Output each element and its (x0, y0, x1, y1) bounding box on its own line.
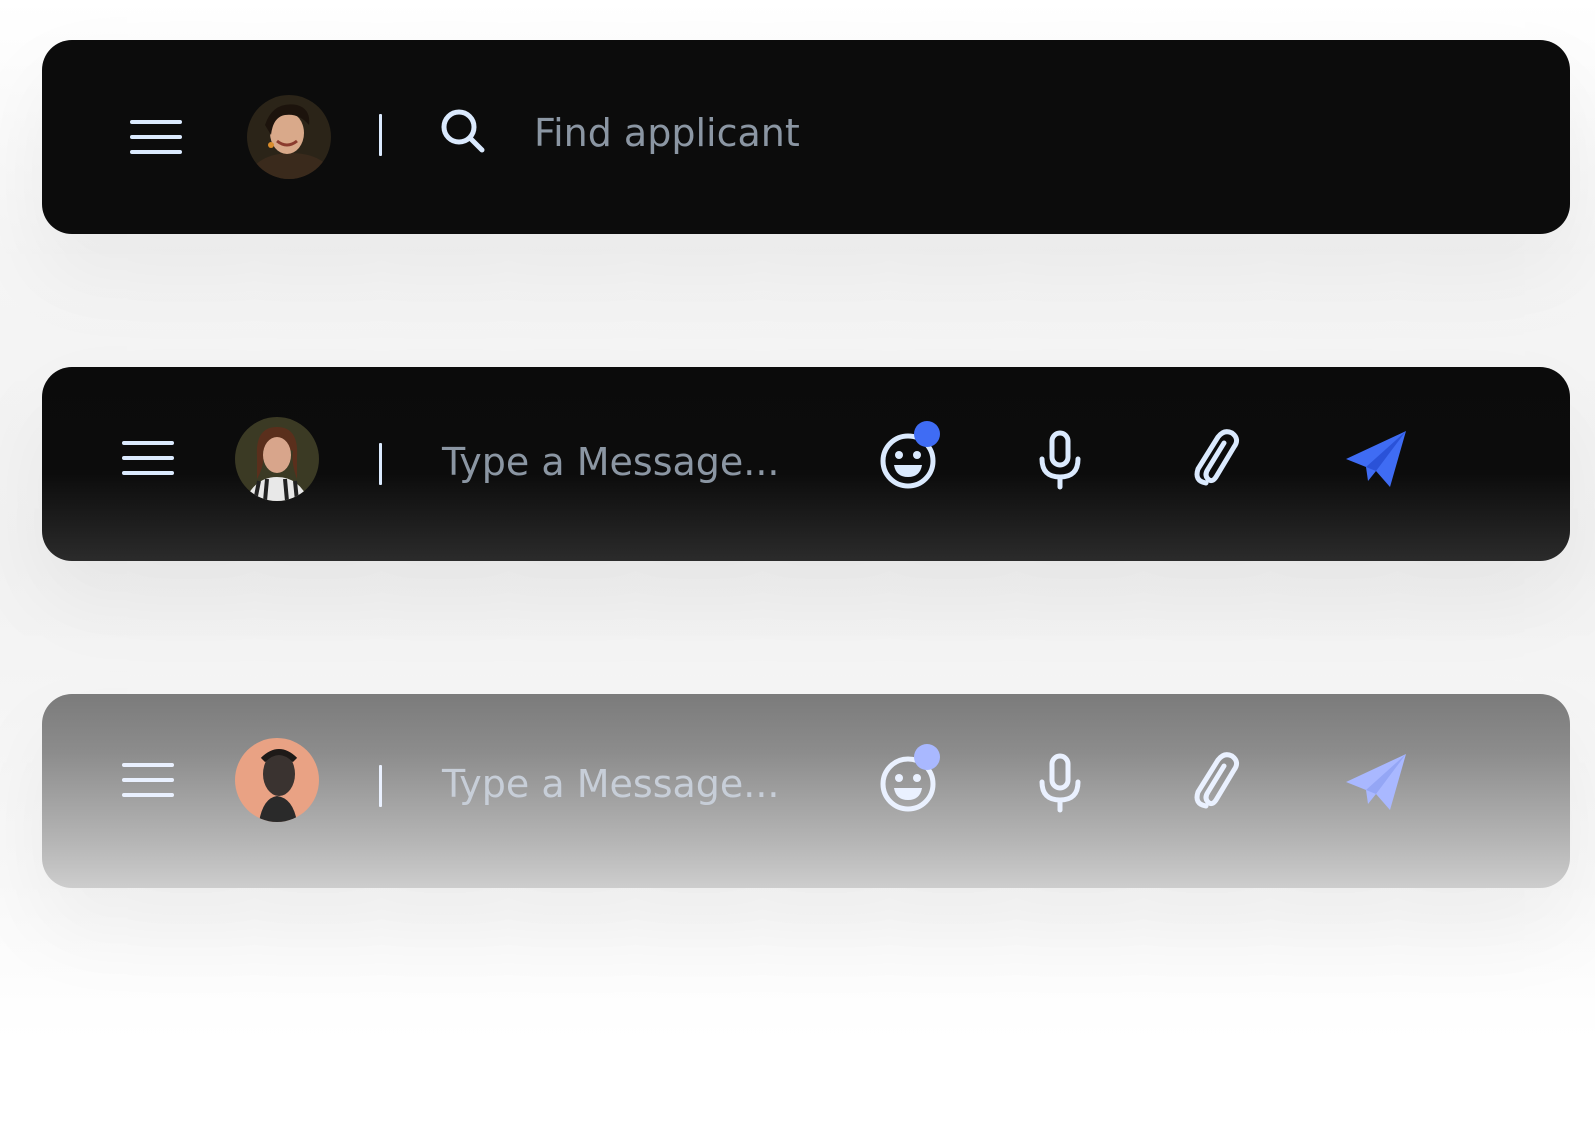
message-input[interactable]: Type a Message... (442, 443, 780, 481)
avatar[interactable] (235, 738, 319, 822)
paper-plane-send-icon[interactable] (1344, 427, 1408, 491)
hamburger-menu-icon[interactable] (122, 763, 174, 799)
paperclip-icon[interactable] (1184, 427, 1248, 491)
paper-plane-send-icon[interactable] (1344, 750, 1408, 814)
avatar[interactable] (235, 417, 319, 501)
notification-dot (914, 421, 940, 447)
message-input[interactable]: Type a Message... (442, 765, 780, 803)
notification-dot (914, 744, 940, 770)
hamburger-menu-icon[interactable] (130, 120, 182, 156)
message-bar-disabled: Type a Message... (42, 694, 1570, 888)
divider (379, 443, 382, 485)
divider (379, 765, 382, 807)
message-bar: Type a Message... (42, 367, 1570, 561)
microphone-icon[interactable] (1028, 427, 1092, 491)
search-input[interactable]: Find applicant (534, 114, 800, 152)
microphone-icon[interactable] (1028, 750, 1092, 814)
divider (379, 114, 382, 156)
search-bar: Find applicant (42, 40, 1570, 234)
avatar[interactable] (247, 95, 331, 179)
paperclip-icon[interactable] (1184, 750, 1248, 814)
search-icon[interactable] (438, 106, 488, 156)
hamburger-menu-icon[interactable] (122, 441, 174, 477)
